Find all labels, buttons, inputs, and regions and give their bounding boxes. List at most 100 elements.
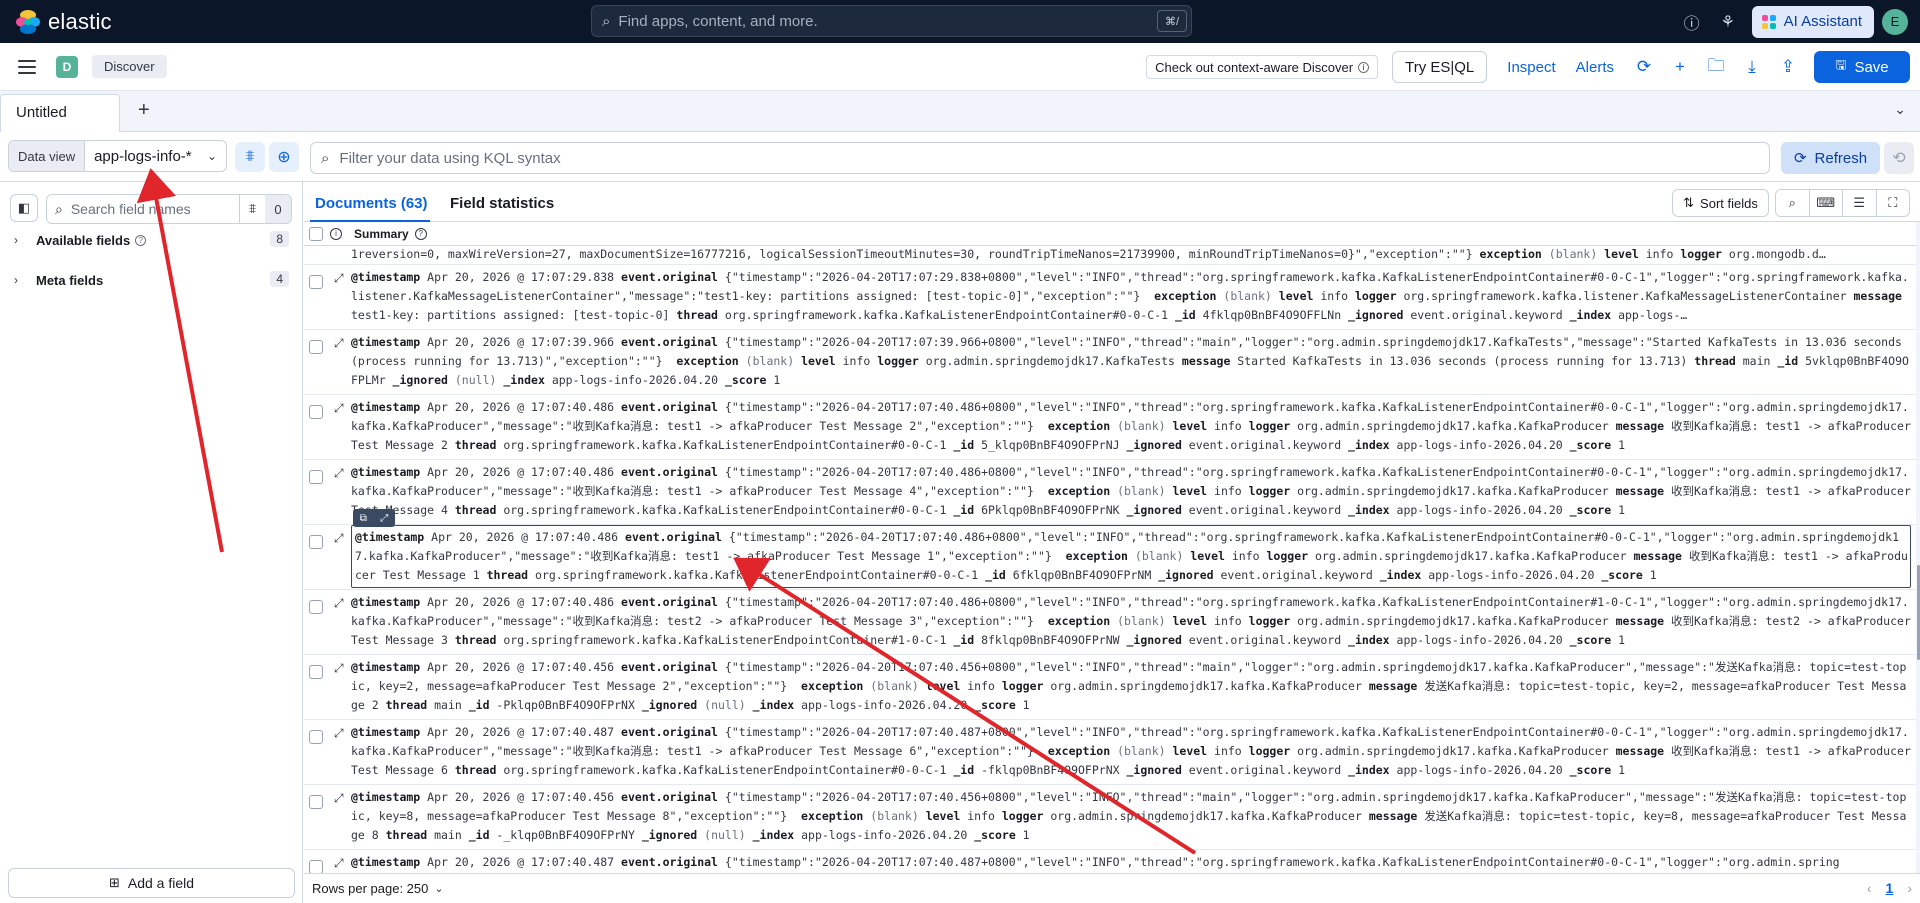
summary-cell[interactable]: @timestamp Apr 20, 2026 @ 17:07:40.487 e… [351,853,1911,873]
ai-assistant-button[interactable]: AI Assistant [1751,5,1874,38]
summary-cell[interactable]: @timestamp Apr 20, 2026 @ 17:07:29.838 e… [351,268,1911,325]
chevron-down-icon[interactable]: ⌄ [434,882,443,895]
space-selector[interactable]: D [56,55,78,78]
expand-row-icon[interactable]: ⤢ [334,531,344,546]
summary-cell[interactable]: @timestamp Apr 20, 2026 @ 17:07:40.486 e… [351,398,1911,455]
table-row[interactable]: ⤢ @timestamp Apr 20, 2026 @ 17:07:40.456 … [304,785,1916,850]
data-view-picker[interactable]: Data view app-logs-info-* ⌄ [8,140,227,172]
save-button[interactable]: 🖫 Save [1814,51,1910,83]
context-aware-discover-button[interactable]: Check out context-aware Discover i [1146,55,1379,79]
tabs-menu-chevron-icon[interactable]: ⌄ [1894,101,1906,118]
try-esql-button[interactable]: Try ES|QL [1392,51,1488,83]
expand-row-icon[interactable]: ⤢ [334,791,344,806]
field-filter-icon[interactable]: ⩨ [239,195,265,223]
keyboard-shortcuts-icon[interactable]: ⌨ [1810,190,1843,216]
summary-info-icon[interactable]: ? [414,227,427,240]
row-checkbox[interactable] [309,795,323,809]
summary-cell[interactable]: @timestamp Apr 20, 2026 @ 17:07:39.966 e… [351,333,1911,390]
fullscreen-icon[interactable]: ⛶ [1877,190,1910,216]
news-feed-icon[interactable]: ⚘ [1710,12,1746,32]
expand-row-icon[interactable]: ⤢ [334,596,344,611]
kql-search-input[interactable]: ⌕ Filter your data using KQL syntax [310,142,1770,174]
summary-column-header[interactable]: Summary [354,227,409,241]
meta-fields-group[interactable]: › Meta fields 4 [14,268,289,292]
current-page-number[interactable]: 1 [1886,880,1894,896]
info-icon[interactable]: i [330,227,342,240]
sort-fields-label: Sort fields [1700,195,1758,211]
tab-untitled[interactable]: Untitled [0,94,120,132]
table-row[interactable]: ⤢ @timestamp Apr 20, 2026 @ 17:07:29.838 … [304,265,1916,330]
background-search-icon[interactable]: ⟳ [1626,57,1662,77]
expand-row-icon[interactable]: ⤢ [334,726,344,741]
summary-cell[interactable]: @timestamp Apr 20, 2026 @ 17:07:40.486 e… [351,525,1911,588]
table-row[interactable]: ⤢ @timestamp Apr 20, 2026 @ 17:07:40.487 … [304,720,1916,785]
global-search-input[interactable]: ⌕ Find apps, content, and more. ⌘/ [591,5,1192,37]
open-folder-icon[interactable]: 🗀 [1698,53,1734,82]
inspect-button[interactable]: Inspect [1501,59,1561,76]
help-icon[interactable]: ⓘ [1674,10,1710,34]
expand-row-icon[interactable]: ⤢ [334,336,344,351]
table-row[interactable]: ⤢ @timestamp Apr 20, 2026 @ 17:07:40.486 … [304,590,1916,655]
expand-row-icon[interactable]: ⤢ [334,466,344,481]
add-filter-button[interactable]: ⊕ [269,142,299,172]
filter-menu-button[interactable]: ⩨ [235,142,265,172]
select-all-checkbox[interactable] [309,226,323,241]
user-avatar[interactable]: E [1882,8,1908,35]
expand-row-icon[interactable]: ⤢ [334,661,344,676]
summary-cell[interactable]: @timestamp Apr 20, 2026 @ 17:07:40.456 e… [351,658,1911,715]
search-icon[interactable]: ⌕ [1776,190,1810,216]
table-row[interactable]: ⤢ @timestamp Apr 20, 2026 @ 17:07:39.966 … [304,330,1916,395]
field-value: info [1207,484,1249,498]
expand-row-icon[interactable]: ⤢ [334,271,344,286]
previous-page-icon[interactable]: ‹ [1867,880,1872,896]
row-checkbox[interactable] [309,600,323,614]
new-search-icon[interactable]: + [1662,57,1698,77]
copy-icon[interactable]: ⧉ [360,513,367,524]
share-icon[interactable]: ⇪ [1770,57,1806,77]
table-row[interactable]: 1reversion=0, maxWireVersion=27, maxDocu… [304,247,1916,265]
field-name: event.original [621,790,718,804]
table-row[interactable]: ⤢ @timestamp Apr 20, 2026 @ 17:07:40.486 … [304,460,1916,525]
available-fields-group[interactable]: › Available fields ? 8 [14,228,289,252]
auto-refresh-button[interactable]: ⟲ [1884,142,1914,174]
row-checkbox[interactable] [309,535,323,549]
row-checkbox[interactable] [309,405,323,419]
display-settings-icon[interactable]: ☰ [1843,190,1877,216]
expand-cell-icon[interactable]: ⤢ [380,513,388,524]
row-checkbox[interactable] [309,340,323,354]
sidebar-collapse-button[interactable]: ◧ [10,194,38,222]
row-checkbox[interactable] [309,665,323,679]
elastic-logo[interactable]: elastic [16,9,216,35]
rows-per-page-selector[interactable]: Rows per page: 250 [312,881,428,896]
next-page-icon[interactable]: › [1907,880,1912,896]
add-tab-icon[interactable]: + [138,99,150,122]
alerts-button[interactable]: Alerts [1570,59,1620,76]
table-row[interactable]: ⤢ @timestamp Apr 20, 2026 @ 17:07:40.487 … [304,850,1916,873]
summary-cell[interactable]: @timestamp Apr 20, 2026 @ 17:07:40.487 e… [351,723,1911,780]
row-checkbox[interactable] [309,275,323,289]
expand-row-icon[interactable]: ⤢ [334,401,344,416]
add-field-button[interactable]: ⊞ Add a field [8,868,295,898]
field-value: app-logs-info-2026.04.20 [1389,633,1570,647]
summary-cell[interactable]: @timestamp Apr 20, 2026 @ 17:07:40.456 e… [351,788,1911,845]
table-row[interactable]: ⤢ @timestamp Apr 20, 2026 @ 17:07:40.456 … [304,655,1916,720]
tab-field-statistics[interactable]: Field statistics [450,195,554,212]
download-icon[interactable]: ⤓ [1734,57,1770,77]
refresh-button[interactable]: ⟳ Refresh [1781,142,1880,174]
summary-cell[interactable]: @timestamp Apr 20, 2026 @ 17:07:40.486 e… [351,463,1911,520]
table-row[interactable]: ⤢ @timestamp Apr 20, 2026 @ 17:07:40.486 … [304,395,1916,460]
kql-placeholder: Filter your data using KQL syntax [339,149,561,167]
tab-documents[interactable]: Documents (63) [315,195,428,212]
row-checkbox[interactable] [309,860,323,873]
summary-cell[interactable]: 1reversion=0, maxWireVersion=27, maxDocu… [351,247,1911,263]
menu-toggle-icon[interactable] [18,56,36,78]
field-search-input[interactable]: ⌕ Search field names ⩨ 0 [46,194,292,224]
row-checkbox[interactable] [309,730,323,744]
sort-fields-button[interactable]: ⇅ Sort fields [1672,189,1769,217]
table-row[interactable]: ⤢ ⧉ ⤢ @timestamp Apr 20, 2026 @ 17:07:40.48… [304,509,1916,590]
row-checkbox[interactable] [309,470,323,484]
expand-row-icon[interactable]: ⤢ [334,856,344,871]
summary-cell[interactable]: @timestamp Apr 20, 2026 @ 17:07:40.486 e… [351,593,1911,650]
breadcrumb[interactable]: Discover [92,55,167,78]
scrollbar-track[interactable] [1916,222,1920,873]
